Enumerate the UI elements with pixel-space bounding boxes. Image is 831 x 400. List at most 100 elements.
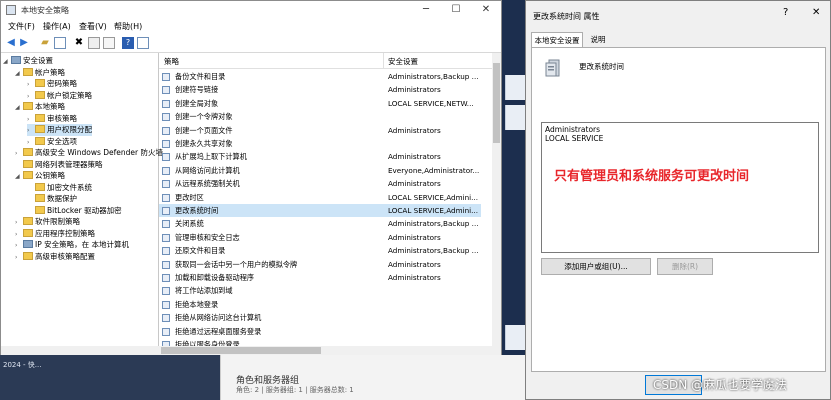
policy-setting: Administrators: [388, 85, 441, 95]
tree-item-label: 审核策略: [47, 113, 77, 123]
menu-file[interactable]: 文件(F): [8, 21, 35, 32]
policy-name: 备份文件和目录: [175, 72, 226, 81]
policy-row[interactable]: 更改系统时间 LOCAL SERVICE,Admini...: [159, 204, 481, 218]
policy-row[interactable]: 管理审核和安全日志 Administrators: [159, 231, 481, 244]
folder-icon: [23, 102, 33, 110]
policy-row[interactable]: 更改时区 LOCAL SERVICE,Admini...: [159, 191, 481, 204]
menu-action[interactable]: 操作(A): [43, 21, 71, 32]
remove-button[interactable]: 删除(R): [657, 258, 713, 275]
properties-icon[interactable]: [88, 37, 100, 49]
maximize-button[interactable]: ☐: [441, 2, 471, 18]
policy-row[interactable]: 创建一个令牌对象: [159, 110, 481, 123]
tree-item-label: 软件限制策略: [35, 217, 80, 226]
dialog-help-button[interactable]: ?: [783, 7, 788, 18]
tree-item[interactable]: ◢ 安全设置: [3, 55, 53, 67]
assigned-accounts-list[interactable]: Administrators LOCAL SERVICE 只有管理员和系统服务可…: [541, 122, 819, 253]
expand-toggle-icon[interactable]: ◢: [15, 68, 23, 80]
tree-item[interactable]: › 帐户锁定策略: [27, 90, 92, 102]
taskbar-item[interactable]: 2024 - 快...: [3, 360, 41, 370]
tree-item[interactable]: ◢ 帐户策略: [15, 67, 65, 79]
tree-item[interactable]: 加密文件系统: [27, 182, 92, 194]
folder-icon: [23, 228, 33, 237]
policy-name: 还原文件和目录: [175, 246, 226, 256]
view-icon[interactable]: [137, 37, 149, 49]
tree-item[interactable]: › 密码策略: [27, 78, 77, 90]
policy-setting: LOCAL SERVICE,Admini...: [388, 206, 478, 215]
account-item[interactable]: LOCAL SERVICE: [545, 134, 603, 143]
title-bar[interactable]: 本地安全策略 ─ ☐ ✕: [1, 1, 501, 19]
policy-setting: Administrators: [388, 125, 441, 135]
policy-setting: Administrators,Backup ...: [388, 219, 479, 229]
tab-explain[interactable]: 说明: [586, 32, 610, 47]
policy-setting: LOCAL SERVICE,NETW...: [388, 98, 474, 108]
expand-toggle-icon[interactable]: ›: [15, 252, 23, 264]
server-manager-panel: 角色和服务器组 角色: 2 | 服务器组: 1 | 服务器总数: 1: [220, 355, 525, 400]
menu-help[interactable]: 帮助(H): [114, 21, 142, 32]
tree-item[interactable]: › 高级审核策略配置: [15, 251, 95, 263]
window-title: 本地安全策略: [21, 6, 69, 15]
scroll-thumb[interactable]: [493, 63, 500, 143]
minimize-button[interactable]: ─: [411, 2, 441, 18]
scroll-thumb[interactable]: [161, 347, 321, 354]
policy-row[interactable]: 从扩展坞上取下计算机 Administrators: [159, 150, 481, 163]
tree-item[interactable]: › IP 安全策略，在 本地计算机: [15, 239, 129, 251]
policy-row[interactable]: 备份文件和目录 Administrators,Backup ...: [159, 70, 481, 83]
policy-icon: [162, 274, 170, 282]
policy-row[interactable]: 从远程系统强制关机 Administrators: [159, 177, 481, 190]
account-item[interactable]: Administrators: [545, 125, 600, 134]
tree-item[interactable]: ◢ 公钥策略: [15, 170, 65, 182]
tree-item[interactable]: › 高级安全 Windows Defender 防火墙: [15, 147, 163, 159]
policy-row[interactable]: 创建符号链接 Administrators: [159, 83, 481, 96]
delete-icon[interactable]: ✖: [73, 37, 85, 49]
add-user-or-group-button[interactable]: 添加用户或组(U)...: [541, 258, 651, 275]
tree-item[interactable]: 数据保护: [27, 193, 77, 205]
divider: [220, 355, 221, 400]
forward-arrow-icon[interactable]: ▶: [18, 37, 30, 49]
folder-up-icon[interactable]: ▰: [39, 37, 51, 49]
policy-row[interactable]: 拒绝通过远程桌面服务登录: [159, 325, 481, 338]
policy-row[interactable]: 将工作站添加到域: [159, 284, 481, 297]
tree-item[interactable]: › 安全选项: [27, 136, 77, 148]
tab-local-security-setting[interactable]: 本地安全设置: [531, 32, 583, 47]
policy-row[interactable]: 创建一个页面文件 Administrators: [159, 124, 481, 137]
expand-toggle-icon[interactable]: ◢: [15, 102, 23, 114]
expand-toggle-icon[interactable]: ◢: [15, 171, 23, 183]
vertical-scrollbar[interactable]: [492, 53, 501, 346]
tree-item[interactable]: BitLocker 驱动器加密: [27, 205, 122, 217]
tree-item[interactable]: 网络列表管理器策略: [15, 159, 103, 171]
policy-name: 更改系统时间: [175, 206, 219, 215]
watermark: CSDN @麻瓜也要学魔法: [653, 378, 788, 392]
policy-row[interactable]: 拒绝从网络访问这台计算机: [159, 311, 481, 324]
policy-row[interactable]: 还原文件和目录 Administrators,Backup ...: [159, 244, 481, 257]
policy-row[interactable]: 创建全局对象 LOCAL SERVICE,NETW...: [159, 97, 481, 110]
tree-item[interactable]: ◢ 本地策略: [15, 101, 65, 113]
column-separator[interactable]: [383, 53, 384, 68]
column-header-setting[interactable]: 安全设置: [388, 56, 418, 67]
tree-item[interactable]: › 应用程序控制策略: [15, 228, 95, 240]
dialog-close-button[interactable]: ✕: [812, 7, 820, 18]
policy-row[interactable]: 关闭系统 Administrators,Backup ...: [159, 217, 481, 230]
policy-row[interactable]: 拒绝本地登录: [159, 298, 481, 311]
export-list-icon[interactable]: [103, 37, 115, 49]
show-tree-icon[interactable]: [54, 37, 66, 49]
policy-row[interactable]: 创建永久共享对象: [159, 137, 481, 150]
help-icon[interactable]: ?: [122, 37, 134, 49]
policy-row[interactable]: 拒绝以服务身份登录: [159, 338, 481, 346]
policy-row[interactable]: 获取同一会话中另一个用户的模拟令牌 Administrators: [159, 258, 481, 271]
tree-item[interactable]: › 软件限制策略: [15, 216, 80, 228]
column-header-policy[interactable]: 策略: [164, 56, 179, 67]
folder-icon: [35, 90, 45, 99]
tree-item-label: 网络列表管理器策略: [35, 159, 103, 169]
tree-item[interactable]: › 用户权限分配: [27, 124, 92, 136]
horizontal-scrollbar[interactable]: [1, 346, 501, 355]
close-button[interactable]: ✕: [471, 2, 501, 18]
policy-setting: Administrators: [388, 273, 441, 282]
policy-row[interactable]: 从网络访问此计算机 Everyone,Administrator...: [159, 164, 481, 177]
tree-item[interactable]: › 审核策略: [27, 113, 77, 125]
menu-view[interactable]: 查看(V): [79, 21, 107, 32]
policy-name: 关闭系统: [175, 219, 204, 229]
policy-icon: [162, 233, 170, 242]
policy-row[interactable]: 加载和卸载设备驱动程序 Administrators: [159, 271, 481, 284]
back-arrow-icon[interactable]: ◀: [5, 37, 17, 49]
expand-toggle-icon[interactable]: ◢: [3, 56, 11, 68]
